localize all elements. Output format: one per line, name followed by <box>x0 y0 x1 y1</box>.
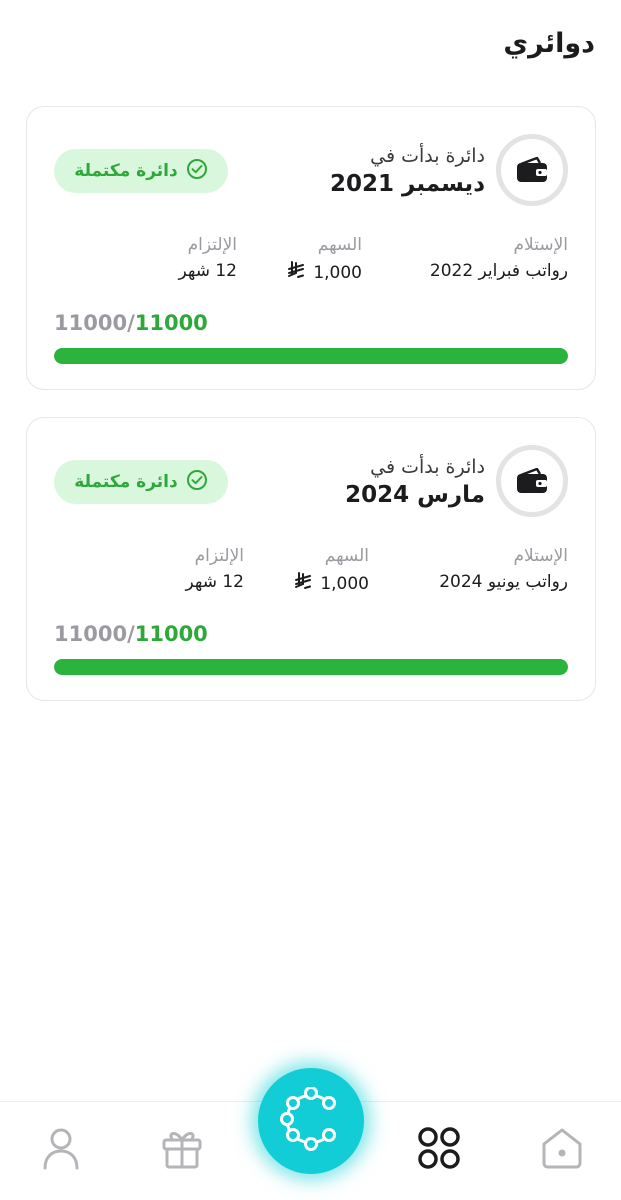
status-text: دائرة مكتملة <box>74 472 178 492</box>
riyal-symbol-icon <box>294 572 312 595</box>
receive-label: الإستلام <box>513 546 568 566</box>
gift-icon <box>160 1126 204 1174</box>
profile-icon <box>41 1126 81 1174</box>
start-label: دائرة بدأت في <box>370 145 485 167</box>
progress-total: 11000 <box>54 311 128 335</box>
start-date: مارس 2024 <box>345 482 485 508</box>
receive-label: الإستلام <box>513 235 568 255</box>
nav-profile[interactable] <box>37 1126 85 1174</box>
center-logo-icon <box>279 1086 343 1155</box>
share-value: 1,000 <box>313 262 362 283</box>
receive-value: رواتب يونيو 2024 <box>439 572 568 592</box>
progress-separator: / <box>127 311 135 335</box>
screen: دوائري دائرة بدأت في ديسمبر 2021 دائرة م… <box>0 0 621 1200</box>
commit-label: الإلتزام <box>187 235 237 255</box>
center-action-button[interactable] <box>258 1068 364 1174</box>
progress-separator: / <box>127 622 135 646</box>
check-circle-icon <box>186 469 208 495</box>
circle-card[interactable]: دائرة بدأت في مارس 2024 دائرة مكتملة الإ… <box>26 417 596 701</box>
status-badge: دائرة مكتملة <box>54 460 228 504</box>
share-label: السهم <box>324 546 369 566</box>
circle-card[interactable]: دائرة بدأت في ديسمبر 2021 دائرة مكتملة ا… <box>26 106 596 390</box>
receive-value: رواتب فبراير 2022 <box>429 261 568 281</box>
nav-home[interactable] <box>538 1126 586 1174</box>
riyal-symbol-icon <box>287 261 305 284</box>
start-date: ديسمبر 2021 <box>330 171 485 197</box>
commit-value: 12 شهر <box>178 261 237 281</box>
progress-fill <box>54 659 568 675</box>
share-value-group: 1,000 <box>287 261 362 284</box>
status-badge: دائرة مكتملة <box>54 149 228 193</box>
progress-paid: 11000 <box>134 311 208 335</box>
progress-bar <box>54 659 568 675</box>
progress-fill <box>54 348 568 364</box>
progress-total: 11000 <box>54 622 128 646</box>
progress-bar <box>54 348 568 364</box>
start-label: دائرة بدأت في <box>370 456 485 478</box>
share-value: 1,000 <box>320 573 369 594</box>
nav-circles[interactable] <box>415 1126 463 1174</box>
progress-text: 11000/11000 <box>54 622 208 646</box>
commit-value: 12 شهر <box>185 572 244 592</box>
page-title: دوائري <box>503 28 595 59</box>
progress-paid: 11000 <box>134 622 208 646</box>
share-value-group: 1,000 <box>294 572 369 595</box>
nav-gifts[interactable] <box>158 1126 206 1174</box>
status-text: دائرة مكتملة <box>74 161 178 181</box>
commit-label: الإلتزام <box>194 546 244 566</box>
wallet-icon <box>496 445 568 517</box>
progress-text: 11000/11000 <box>54 311 208 335</box>
circles-icon <box>416 1125 462 1175</box>
home-icon <box>539 1125 585 1175</box>
wallet-icon <box>496 134 568 206</box>
check-circle-icon <box>186 158 208 184</box>
share-label: السهم <box>317 235 362 255</box>
